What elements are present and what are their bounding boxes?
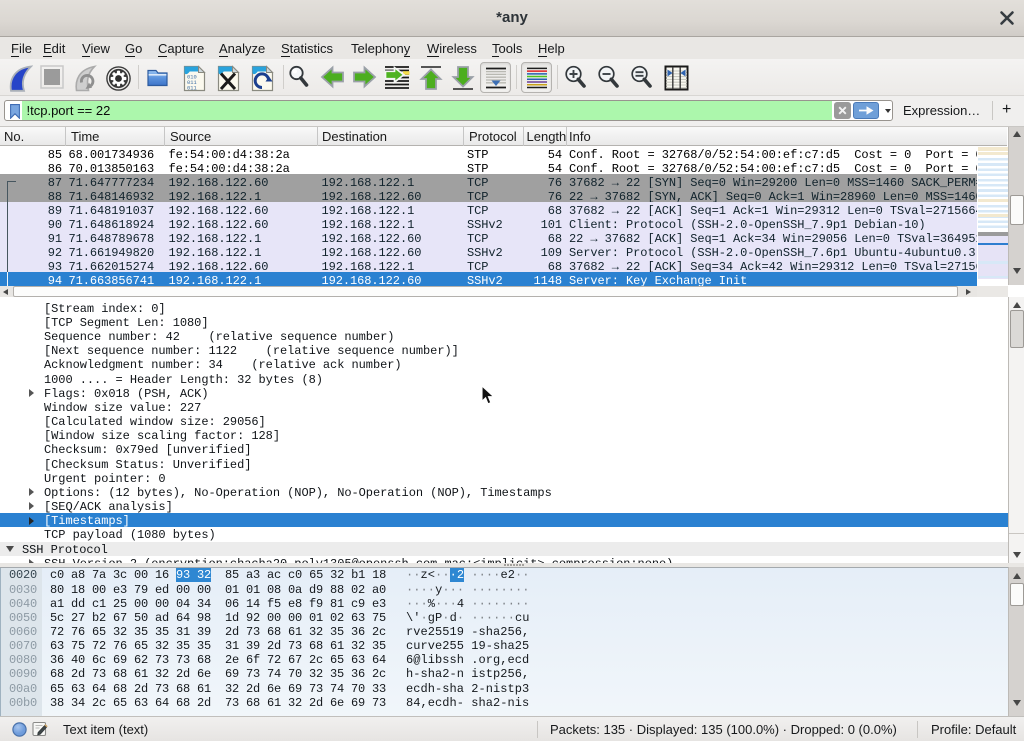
svg-text:011: 011 (187, 86, 197, 92)
